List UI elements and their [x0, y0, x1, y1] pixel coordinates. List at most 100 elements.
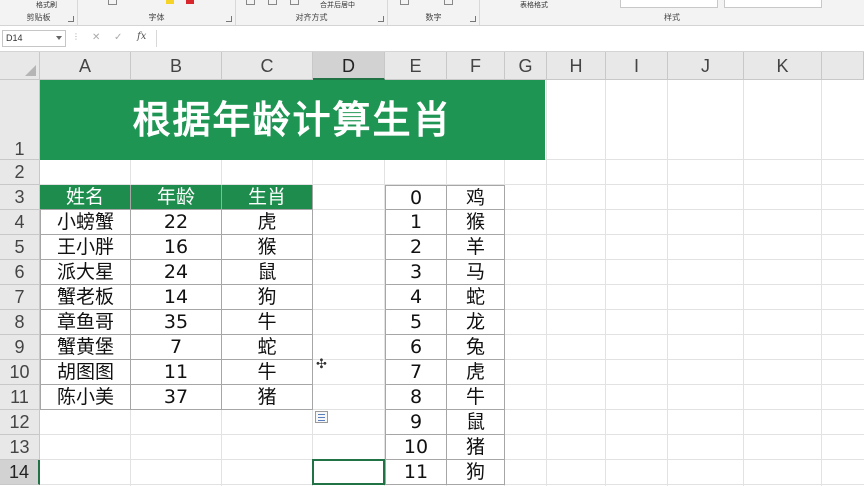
- formula-input[interactable]: [156, 30, 862, 47]
- name-box[interactable]: D14: [2, 30, 66, 47]
- lookup-cell[interactable]: 8: [385, 385, 447, 410]
- align-center-icon[interactable]: [268, 0, 277, 5]
- table-cell[interactable]: 11: [131, 360, 222, 385]
- lookup-cell[interactable]: 猪: [447, 435, 505, 460]
- column-header-f[interactable]: F: [447, 52, 505, 80]
- insert-function-icon[interactable]: fx: [137, 31, 146, 42]
- dialog-launcher-icon[interactable]: [68, 16, 74, 22]
- table-header-cell[interactable]: 年龄: [131, 185, 222, 210]
- row-header-9[interactable]: 9: [0, 335, 40, 360]
- row-header-7[interactable]: 7: [0, 285, 40, 310]
- table-cell[interactable]: 24: [131, 260, 222, 285]
- lookup-cell[interactable]: 虎: [447, 360, 505, 385]
- align-right-icon[interactable]: [290, 0, 299, 5]
- table-cell[interactable]: 35: [131, 310, 222, 335]
- row-header-5[interactable]: 5: [0, 235, 40, 260]
- column-header-i[interactable]: I: [606, 52, 668, 80]
- column-header-c[interactable]: C: [222, 52, 313, 80]
- column-header-k[interactable]: K: [744, 52, 822, 80]
- table-cell[interactable]: 蟹老板: [40, 285, 131, 310]
- lookup-cell[interactable]: 3: [385, 260, 447, 285]
- table-header-cell[interactable]: 姓名: [40, 185, 131, 210]
- lookup-cell[interactable]: 鸡: [447, 185, 505, 210]
- table-cell[interactable]: 牛: [222, 310, 313, 335]
- lookup-cell[interactable]: 0: [385, 185, 447, 210]
- lookup-cell[interactable]: 狗: [447, 460, 505, 485]
- column-header-d[interactable]: D: [313, 52, 385, 80]
- table-cell[interactable]: 14: [131, 285, 222, 310]
- row-header-11[interactable]: 11: [0, 385, 40, 410]
- lookup-cell[interactable]: 7: [385, 360, 447, 385]
- font-color-swatch[interactable]: [186, 0, 194, 4]
- column-header-a[interactable]: A: [40, 52, 131, 80]
- decimal-icon[interactable]: [444, 0, 453, 5]
- dialog-launcher-icon[interactable]: [378, 16, 384, 22]
- lookup-cell[interactable]: 1: [385, 210, 447, 235]
- table-cell[interactable]: 37: [131, 385, 222, 410]
- row-header-14[interactable]: 14: [0, 460, 40, 485]
- column-header-j[interactable]: J: [668, 52, 744, 80]
- table-cell[interactable]: 王小胖: [40, 235, 131, 260]
- table-cell[interactable]: 22: [131, 210, 222, 235]
- lookup-cell[interactable]: 蛇: [447, 285, 505, 310]
- format-as-table-button[interactable]: 表格格式: [520, 0, 548, 10]
- lookup-cell[interactable]: 马: [447, 260, 505, 285]
- cancel-icon[interactable]: ✕: [92, 32, 100, 43]
- row-header-1[interactable]: 1: [0, 80, 40, 160]
- border-icon[interactable]: [108, 0, 117, 5]
- table-cell[interactable]: 派大星: [40, 260, 131, 285]
- table-cell[interactable]: 蟹黄堡: [40, 335, 131, 360]
- highlight-color-swatch[interactable]: [166, 0, 174, 4]
- chevron-down-icon[interactable]: [56, 36, 62, 40]
- cell-style-normal[interactable]: [620, 0, 718, 8]
- select-all-button[interactable]: [0, 52, 40, 80]
- cell-style-bad[interactable]: [724, 0, 822, 8]
- table-cell[interactable]: 7: [131, 335, 222, 360]
- row-header-3[interactable]: 3: [0, 185, 40, 210]
- format-painter-button[interactable]: 格式刷: [36, 0, 57, 10]
- table-cell[interactable]: 章鱼哥: [40, 310, 131, 335]
- column-header-b[interactable]: B: [131, 52, 222, 80]
- row-header-10[interactable]: 10: [0, 360, 40, 385]
- number-format-icon[interactable]: [400, 0, 409, 5]
- row-header-6[interactable]: 6: [0, 260, 40, 285]
- column-header-e[interactable]: E: [385, 52, 447, 80]
- dialog-launcher-icon[interactable]: [226, 16, 232, 22]
- quick-analysis-icon[interactable]: [315, 411, 328, 423]
- lookup-cell[interactable]: 4: [385, 285, 447, 310]
- spreadsheet-grid[interactable]: A B C D E F G H I J K 1 2 3 4 5 6 7 8 9 10 11 12 13 14 根据年龄计算生肖 姓名…: [0, 52, 864, 486]
- lookup-cell[interactable]: 鼠: [447, 410, 505, 435]
- table-cell[interactable]: 蛇: [222, 335, 313, 360]
- table-cell[interactable]: 小螃蟹: [40, 210, 131, 235]
- table-cell[interactable]: 鼠: [222, 260, 313, 285]
- table-cell[interactable]: 猪: [222, 385, 313, 410]
- table-cell[interactable]: 猴: [222, 235, 313, 260]
- row-header-4[interactable]: 4: [0, 210, 40, 235]
- table-cell[interactable]: 狗: [222, 285, 313, 310]
- active-cell-d14[interactable]: [312, 459, 385, 485]
- merge-center-button[interactable]: 合并后居中: [320, 0, 355, 10]
- dialog-launcher-icon[interactable]: [470, 16, 476, 22]
- table-cell[interactable]: 陈小美: [40, 385, 131, 410]
- sheet-title[interactable]: 根据年龄计算生肖: [40, 80, 545, 160]
- lookup-cell[interactable]: 猴: [447, 210, 505, 235]
- lookup-cell[interactable]: 牛: [447, 385, 505, 410]
- table-cell[interactable]: 16: [131, 235, 222, 260]
- lookup-cell[interactable]: 6: [385, 335, 447, 360]
- lookup-cell[interactable]: 龙: [447, 310, 505, 335]
- table-cell[interactable]: 虎: [222, 210, 313, 235]
- lookup-cell[interactable]: 5: [385, 310, 447, 335]
- lookup-cell[interactable]: 兔: [447, 335, 505, 360]
- enter-icon[interactable]: ✓: [114, 32, 122, 43]
- row-header-8[interactable]: 8: [0, 310, 40, 335]
- lookup-cell[interactable]: 羊: [447, 235, 505, 260]
- row-header-13[interactable]: 13: [0, 435, 40, 460]
- table-cell[interactable]: 牛: [222, 360, 313, 385]
- column-header-g[interactable]: G: [505, 52, 547, 80]
- table-cell[interactable]: 胡图图: [40, 360, 131, 385]
- lookup-cell[interactable]: 9: [385, 410, 447, 435]
- lookup-cell[interactable]: 11: [385, 460, 447, 485]
- row-header-2[interactable]: 2: [0, 160, 40, 185]
- column-header-h[interactable]: H: [547, 52, 606, 80]
- table-header-cell[interactable]: 生肖: [222, 185, 313, 210]
